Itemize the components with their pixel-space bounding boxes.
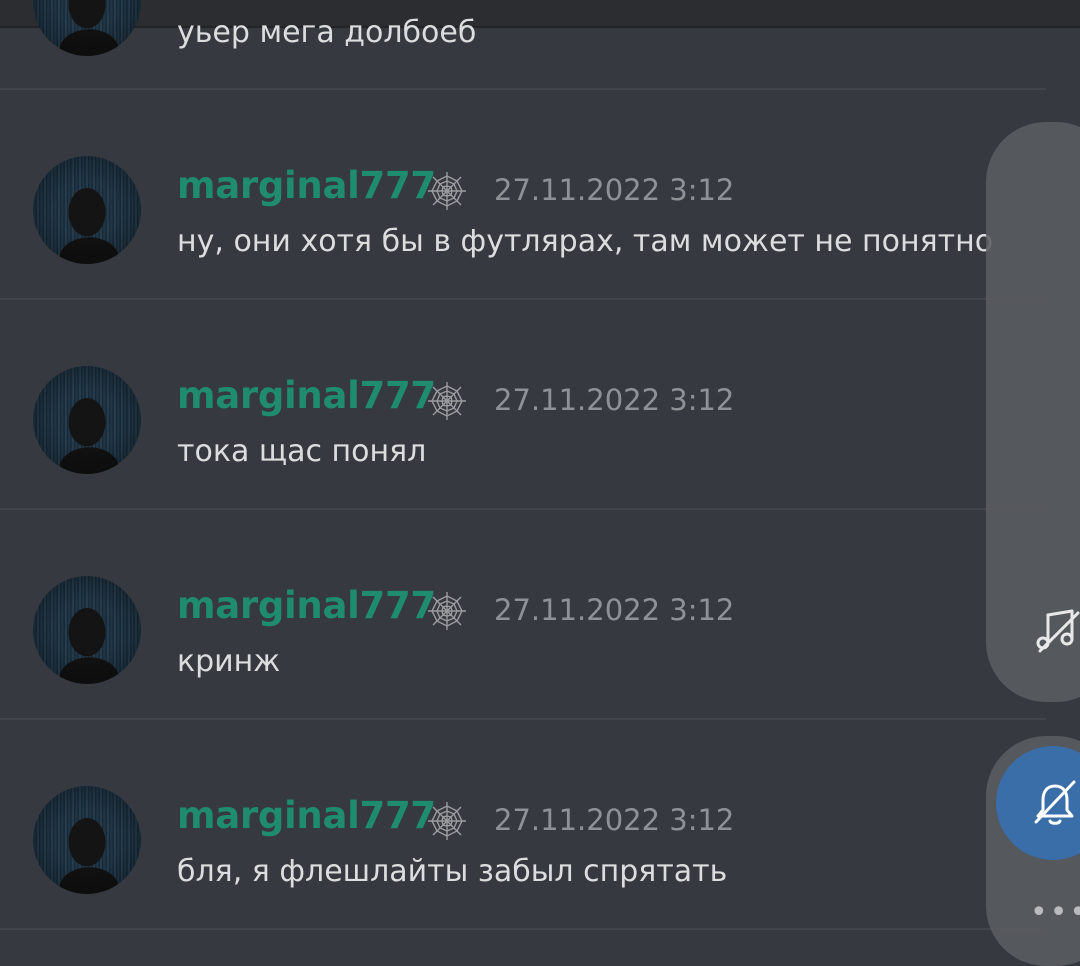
message-content: уьер мега долбоеб [177,15,477,50]
timestamp: 27.11.2022 3:12 [494,803,735,837]
avatar[interactable] [33,0,141,56]
timestamp: 27.11.2022 3:12 [494,383,735,417]
username[interactable]: marginal777 [177,794,436,838]
message-item[interactable]: marginal777 27.11.2022 3:12 кринж [0,510,1080,718]
message-content: тока щас понял [177,434,427,469]
message-content: кринж [177,644,281,679]
timestamp: 27.11.2022 3:12 [494,593,735,627]
avatar[interactable] [33,786,141,894]
username[interactable]: marginal777 [177,374,436,418]
username[interactable]: marginal777 [177,164,436,208]
message-item[interactable]: marginal777 27.11.2022 3:12 ну, они хотя… [0,90,1080,298]
message-content: бля, я флешлайты забыл спрятать [177,854,728,889]
spiderweb-icon [428,592,466,630]
previous-message[interactable]: уьер мега долбоеб [0,0,1080,88]
music-note-icon[interactable] [1034,607,1080,653]
message-content: ну, они хотя бы в футлярах, там может не… [177,224,994,259]
spiderweb-icon [428,382,466,420]
message-divider [0,928,1046,930]
more-dots-icon[interactable]: ••• [1030,898,1080,928]
message-item[interactable]: marginal777 27.11.2022 3:12 бля, я флешл… [0,720,1080,928]
spiderweb-icon [428,802,466,840]
avatar[interactable] [33,576,141,684]
message-item[interactable]: marginal777 27.11.2022 3:12 тока щас пон… [0,300,1080,508]
avatar[interactable] [33,156,141,264]
timestamp: 27.11.2022 3:12 [494,173,735,207]
spiderweb-icon [428,172,466,210]
username[interactable]: marginal777 [177,584,436,628]
bell-off-icon [1034,780,1076,825]
avatar[interactable] [33,366,141,474]
